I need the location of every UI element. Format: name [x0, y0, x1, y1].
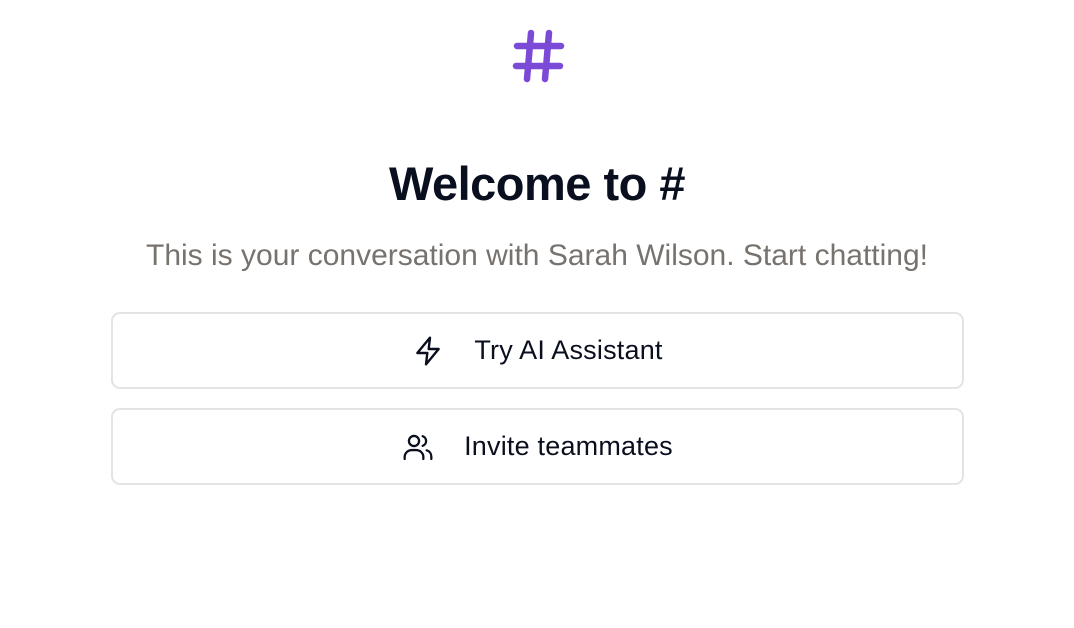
conversation-subtitle: This is your conversation with Sarah Wil…: [146, 239, 928, 272]
invite-teammates-button[interactable]: Invite teammates: [111, 408, 964, 485]
page-title: Welcome to #: [388, 157, 686, 210]
users-icon: [402, 431, 434, 463]
try-ai-assistant-label: Try AI Assistant: [474, 335, 663, 365]
invite-teammates-label: Invite teammates: [464, 431, 673, 461]
welcome-screen: Welcome to # This is your conversation w…: [0, 0, 1074, 628]
lightning-icon: [412, 335, 444, 367]
hash-icon: [512, 28, 566, 84]
try-ai-assistant-button[interactable]: Try AI Assistant: [111, 312, 964, 389]
